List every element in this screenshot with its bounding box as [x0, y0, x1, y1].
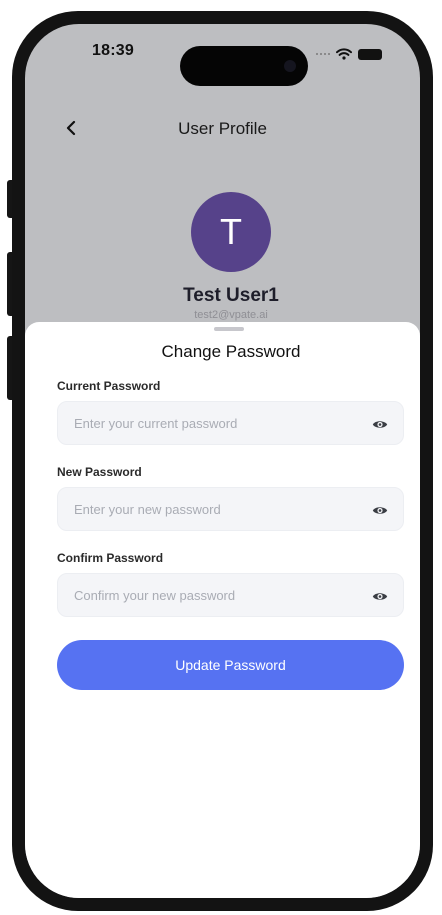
confirm-password-input[interactable] [74, 574, 354, 616]
user-name: Test User1 [183, 285, 279, 306]
sheet-title: Change Password [161, 342, 301, 361]
new-password-input[interactable] [74, 488, 354, 530]
confirm-password-field [57, 573, 404, 617]
update-password-button[interactable]: Update Password [57, 640, 404, 690]
eye-icon [372, 506, 388, 514]
avatar: T [191, 192, 271, 272]
confirm-password-label: Confirm Password [57, 551, 164, 565]
toggle-confirm-password-visibility[interactable] [371, 587, 389, 605]
sheet-grabber[interactable] [214, 327, 244, 331]
toggle-new-password-visibility[interactable] [371, 501, 389, 519]
current-password-field [57, 401, 404, 445]
camera-icon [284, 60, 296, 72]
toggle-current-password-visibility[interactable] [371, 415, 389, 433]
current-password-input[interactable] [74, 402, 354, 444]
signal-icon [316, 53, 330, 55]
device-frame: 18:39 User Profile T Test User1 test2@vp… [0, 0, 442, 915]
user-email: test2@vpate.ai [194, 309, 268, 321]
phone-body: 18:39 User Profile T Test User1 test2@vp… [12, 11, 433, 911]
status-time: 18:39 [92, 42, 134, 59]
dynamic-island [180, 46, 308, 86]
new-password-label: New Password [57, 465, 142, 479]
new-password-field [57, 487, 404, 531]
eye-icon [372, 420, 388, 428]
page-title: User Profile [178, 119, 267, 138]
change-password-sheet: Change Password Current Password New Pas… [25, 322, 420, 898]
wifi-icon [336, 48, 352, 60]
battery-icon [358, 48, 382, 60]
screen: 18:39 User Profile T Test User1 test2@vp… [25, 24, 420, 898]
status-icons [316, 48, 382, 60]
eye-icon [372, 592, 388, 600]
current-password-label: Current Password [57, 379, 161, 393]
